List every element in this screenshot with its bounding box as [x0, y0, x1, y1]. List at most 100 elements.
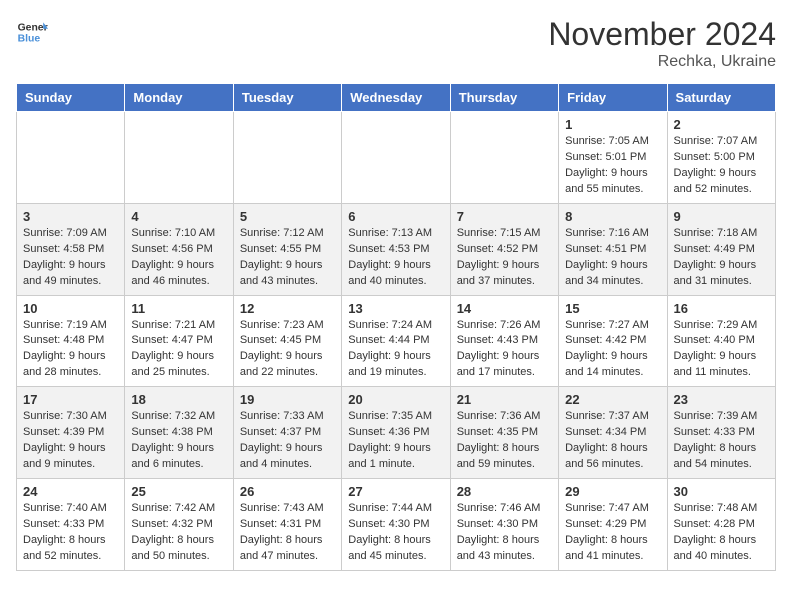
- day-info: Sunrise: 7:12 AM Sunset: 4:55 PM Dayligh…: [240, 226, 335, 290]
- day-info: Sunrise: 7:24 AM Sunset: 4:44 PM Dayligh…: [348, 318, 443, 382]
- day-info: Sunrise: 7:48 AM Sunset: 4:28 PM Dayligh…: [674, 501, 769, 565]
- calendar-cell: 30Sunrise: 7:48 AM Sunset: 4:28 PM Dayli…: [667, 479, 775, 571]
- day-number: 8: [565, 209, 660, 224]
- calendar-cell: 18 Sunrise: 7:32 AM Sunset: 4:38 PM Dayli…: [125, 387, 233, 479]
- day-number: 26: [240, 484, 335, 499]
- calendar-cell: 27 Sunrise: 7:44 AM Sunset: 4:30 PM Dayli…: [342, 479, 450, 571]
- calendar-cell: 23 Sunrise: 7:39 AM Sunset: 4:33 PM Dayli…: [667, 387, 775, 479]
- calendar-week-row: 24 Sunrise: 7:40 AM Sunset: 4:33 PM Dayli…: [17, 479, 776, 571]
- calendar-cell: [342, 112, 450, 204]
- calendar-cell: 1 Sunrise: 7:05 AM Sunset: 5:01 PM Daylig…: [559, 112, 667, 204]
- day-number: 1: [565, 117, 660, 132]
- day-number: 13: [348, 301, 443, 316]
- calendar-week-row: 3 Sunrise: 7:09 AM Sunset: 4:58 PM Daylig…: [17, 203, 776, 295]
- calendar-week-row: 17Sunrise: 7:30 AM Sunset: 4:39 PM Dayli…: [17, 387, 776, 479]
- day-number: 20: [348, 392, 443, 407]
- calendar-cell: 25Sunrise: 7:42 AM Sunset: 4:32 PM Dayli…: [125, 479, 233, 571]
- calendar-cell: 19Sunrise: 7:33 AM Sunset: 4:37 PM Dayli…: [233, 387, 341, 479]
- calendar-cell: 16 Sunrise: 7:29 AM Sunset: 4:40 PM Dayli…: [667, 295, 775, 387]
- day-number: 16: [674, 301, 769, 316]
- day-info: Sunrise: 7:44 AM Sunset: 4:30 PM Dayligh…: [348, 501, 443, 565]
- day-info: Sunrise: 7:40 AM Sunset: 4:33 PM Dayligh…: [23, 501, 118, 565]
- day-number: 2: [674, 117, 769, 132]
- calendar-cell: 29 Sunrise: 7:47 AM Sunset: 4:29 PM Dayli…: [559, 479, 667, 571]
- day-info: Sunrise: 7:07 AM Sunset: 5:00 PM Dayligh…: [674, 134, 769, 198]
- day-header-saturday: Saturday: [667, 84, 775, 112]
- day-header-wednesday: Wednesday: [342, 84, 450, 112]
- page-header: General Blue November 2024 Rechka, Ukrai…: [16, 16, 776, 71]
- day-number: 25: [131, 484, 226, 499]
- calendar-cell: 20 Sunrise: 7:35 AM Sunset: 4:36 PM Dayli…: [342, 387, 450, 479]
- calendar-header-row: SundayMondayTuesdayWednesdayThursdayFrid…: [17, 84, 776, 112]
- day-number: 6: [348, 209, 443, 224]
- day-number: 14: [457, 301, 552, 316]
- calendar-cell: 21 Sunrise: 7:36 AM Sunset: 4:35 PM Dayli…: [450, 387, 558, 479]
- day-info: Sunrise: 7:33 AM Sunset: 4:37 PM Dayligh…: [240, 409, 335, 473]
- day-number: 10: [23, 301, 118, 316]
- calendar-cell: 28Sunrise: 7:46 AM Sunset: 4:30 PM Dayli…: [450, 479, 558, 571]
- day-info: Sunrise: 7:13 AM Sunset: 4:53 PM Dayligh…: [348, 226, 443, 290]
- day-info: Sunrise: 7:29 AM Sunset: 4:40 PM Dayligh…: [674, 318, 769, 382]
- logo: General Blue: [16, 16, 48, 48]
- day-number: 5: [240, 209, 335, 224]
- day-header-thursday: Thursday: [450, 84, 558, 112]
- day-number: 28: [457, 484, 552, 499]
- day-number: 15: [565, 301, 660, 316]
- day-info: Sunrise: 7:26 AM Sunset: 4:43 PM Dayligh…: [457, 318, 552, 382]
- calendar-cell: [17, 112, 125, 204]
- calendar-cell: 14 Sunrise: 7:26 AM Sunset: 4:43 PM Dayli…: [450, 295, 558, 387]
- calendar-cell: 7 Sunrise: 7:15 AM Sunset: 4:52 PM Daylig…: [450, 203, 558, 295]
- logo-icon: General Blue: [16, 16, 48, 48]
- day-info: Sunrise: 7:30 AM Sunset: 4:39 PM Dayligh…: [23, 409, 118, 473]
- day-number: 23: [674, 392, 769, 407]
- day-number: 3: [23, 209, 118, 224]
- calendar-cell: [125, 112, 233, 204]
- day-info: Sunrise: 7:05 AM Sunset: 5:01 PM Dayligh…: [565, 134, 660, 198]
- calendar-cell: 10 Sunrise: 7:19 AM Sunset: 4:48 PM Dayli…: [17, 295, 125, 387]
- calendar-cell: 5 Sunrise: 7:12 AM Sunset: 4:55 PM Daylig…: [233, 203, 341, 295]
- day-number: 12: [240, 301, 335, 316]
- calendar-cell: 8 Sunrise: 7:16 AM Sunset: 4:51 PM Daylig…: [559, 203, 667, 295]
- calendar-cell: 13 Sunrise: 7:24 AM Sunset: 4:44 PM Dayli…: [342, 295, 450, 387]
- svg-text:Blue: Blue: [18, 34, 41, 45]
- day-info: Sunrise: 7:19 AM Sunset: 4:48 PM Dayligh…: [23, 318, 118, 382]
- day-info: Sunrise: 7:39 AM Sunset: 4:33 PM Dayligh…: [674, 409, 769, 473]
- calendar-cell: 26 Sunrise: 7:43 AM Sunset: 4:31 PM Dayli…: [233, 479, 341, 571]
- month-title: November 2024: [548, 16, 776, 53]
- day-info: Sunrise: 7:18 AM Sunset: 4:49 PM Dayligh…: [674, 226, 769, 290]
- calendar-cell: 15Sunrise: 7:27 AM Sunset: 4:42 PM Dayli…: [559, 295, 667, 387]
- day-info: Sunrise: 7:37 AM Sunset: 4:34 PM Dayligh…: [565, 409, 660, 473]
- day-number: 21: [457, 392, 552, 407]
- day-header-friday: Friday: [559, 84, 667, 112]
- day-number: 27: [348, 484, 443, 499]
- day-info: Sunrise: 7:21 AM Sunset: 4:47 PM Dayligh…: [131, 318, 226, 382]
- day-info: Sunrise: 7:15 AM Sunset: 4:52 PM Dayligh…: [457, 226, 552, 290]
- calendar-cell: 24 Sunrise: 7:40 AM Sunset: 4:33 PM Dayli…: [17, 479, 125, 571]
- day-info: Sunrise: 7:16 AM Sunset: 4:51 PM Dayligh…: [565, 226, 660, 290]
- calendar-cell: 3 Sunrise: 7:09 AM Sunset: 4:58 PM Daylig…: [17, 203, 125, 295]
- calendar-cell: 17Sunrise: 7:30 AM Sunset: 4:39 PM Dayli…: [17, 387, 125, 479]
- day-info: Sunrise: 7:43 AM Sunset: 4:31 PM Dayligh…: [240, 501, 335, 565]
- day-info: Sunrise: 7:32 AM Sunset: 4:38 PM Dayligh…: [131, 409, 226, 473]
- day-number: 4: [131, 209, 226, 224]
- day-number: 7: [457, 209, 552, 224]
- day-number: 24: [23, 484, 118, 499]
- calendar-cell: 6 Sunrise: 7:13 AM Sunset: 4:53 PM Daylig…: [342, 203, 450, 295]
- calendar-cell: [450, 112, 558, 204]
- day-info: Sunrise: 7:35 AM Sunset: 4:36 PM Dayligh…: [348, 409, 443, 473]
- calendar-cell: 2 Sunrise: 7:07 AM Sunset: 5:00 PM Daylig…: [667, 112, 775, 204]
- calendar-cell: 9Sunrise: 7:18 AM Sunset: 4:49 PM Daylig…: [667, 203, 775, 295]
- calendar-table: SundayMondayTuesdayWednesdayThursdayFrid…: [16, 83, 776, 571]
- title-block: November 2024 Rechka, Ukraine: [548, 16, 776, 71]
- calendar-week-row: 10 Sunrise: 7:19 AM Sunset: 4:48 PM Dayli…: [17, 295, 776, 387]
- calendar-cell: [233, 112, 341, 204]
- day-info: Sunrise: 7:36 AM Sunset: 4:35 PM Dayligh…: [457, 409, 552, 473]
- calendar-week-row: 1 Sunrise: 7:05 AM Sunset: 5:01 PM Daylig…: [17, 112, 776, 204]
- day-number: 22: [565, 392, 660, 407]
- day-info: Sunrise: 7:47 AM Sunset: 4:29 PM Dayligh…: [565, 501, 660, 565]
- day-number: 29: [565, 484, 660, 499]
- day-header-sunday: Sunday: [17, 84, 125, 112]
- day-header-tuesday: Tuesday: [233, 84, 341, 112]
- day-info: Sunrise: 7:09 AM Sunset: 4:58 PM Dayligh…: [23, 226, 118, 290]
- day-number: 18: [131, 392, 226, 407]
